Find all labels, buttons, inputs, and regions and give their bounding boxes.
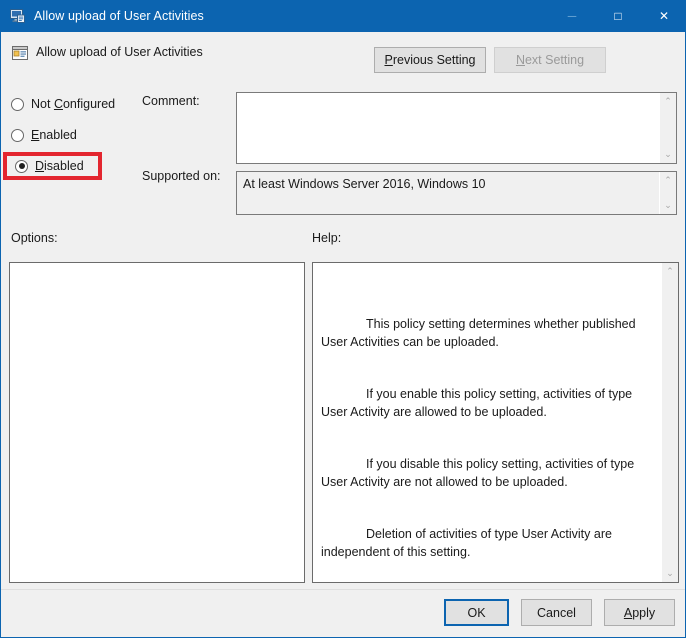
cancel-button[interactable]: Cancel: [521, 599, 592, 626]
ok-button-label: OK: [467, 605, 486, 620]
window-title: Allow upload of User Activities: [34, 9, 204, 23]
help-paragraph: If you enable this policy setting, activ…: [321, 387, 636, 419]
supported-on-scrollbar[interactable]: ⌃ ⌄: [659, 172, 676, 214]
options-content: [10, 263, 304, 582]
cancel-button-label: Cancel: [537, 605, 576, 620]
supported-on-value: At least Windows Server 2016, Windows 10: [243, 177, 486, 191]
radio-disabled-label: Disabled: [35, 159, 84, 173]
comment-scrollbar[interactable]: ⌃ ⌄: [659, 93, 676, 163]
previous-setting-button[interactable]: Previous Setting: [374, 47, 486, 73]
help-scroll-down-icon[interactable]: ⌄: [662, 565, 678, 582]
radio-not-configured-label: Not Configured: [31, 97, 116, 111]
help-paragraph: If you disable this policy setting, acti…: [321, 457, 638, 489]
radio-enabled[interactable]: Enabled: [11, 126, 77, 144]
supported-on-scroll-up-icon[interactable]: ⌃: [660, 172, 676, 189]
policy-computer-icon: [10, 8, 26, 24]
radio-disabled[interactable]: Disabled: [15, 157, 84, 175]
next-setting-label: Next Setting: [515, 53, 585, 67]
options-label: Options:: [11, 231, 58, 245]
title-bar: Allow upload of User Activities ─ □ ✕: [1, 0, 685, 32]
radio-disabled-mark: [15, 159, 28, 173]
radio-enabled-mark: [11, 128, 24, 142]
help-paragraph: Deletion of activities of type User Acti…: [321, 527, 616, 559]
help-panel: This policy setting determines whether p…: [312, 262, 679, 583]
supported-on-scroll-down-icon[interactable]: ⌄: [660, 197, 676, 214]
footer-separator: [1, 589, 685, 590]
close-button[interactable]: ✕: [641, 0, 685, 32]
apply-button-label: Apply: [623, 605, 656, 620]
comment-value[interactable]: [237, 93, 659, 163]
help-scroll-up-icon[interactable]: ⌃: [662, 263, 678, 280]
help-content: This policy setting determines whether p…: [313, 263, 661, 582]
minimize-button[interactable]: ─: [549, 0, 595, 32]
options-panel[interactable]: [9, 262, 305, 583]
help-label: Help:: [312, 231, 342, 245]
maximize-button[interactable]: □: [595, 0, 641, 32]
previous-setting-label: Previous Setting: [384, 53, 476, 67]
radio-not-configured-mark: [11, 97, 24, 111]
help-scrollbar[interactable]: ⌃ ⌄: [661, 263, 678, 582]
supported-on-field: At least Windows Server 2016, Windows 10…: [236, 171, 677, 215]
comment-field[interactable]: ⌃ ⌄: [236, 92, 677, 164]
window-controls: ─ □ ✕: [549, 0, 685, 32]
next-setting-button[interactable]: Next Setting: [494, 47, 606, 73]
comment-scroll-up-icon[interactable]: ⌃: [660, 93, 676, 110]
setting-title: Allow upload of User Activities: [36, 45, 203, 59]
comment-scroll-down-icon[interactable]: ⌄: [660, 146, 676, 163]
policy-setting-icon: [11, 44, 29, 62]
radio-not-configured[interactable]: Not Configured: [11, 95, 115, 113]
comment-label: Comment:: [142, 94, 200, 108]
help-paragraph: This policy setting determines whether p…: [321, 317, 640, 349]
apply-button[interactable]: Apply: [604, 599, 675, 626]
supported-on-label: Supported on:: [142, 169, 221, 183]
radio-enabled-label: Enabled: [31, 128, 77, 142]
group-policy-setting-dialog: Allow upload of User Activities ─ □ ✕ Al…: [0, 0, 686, 638]
ok-button[interactable]: OK: [444, 599, 509, 626]
